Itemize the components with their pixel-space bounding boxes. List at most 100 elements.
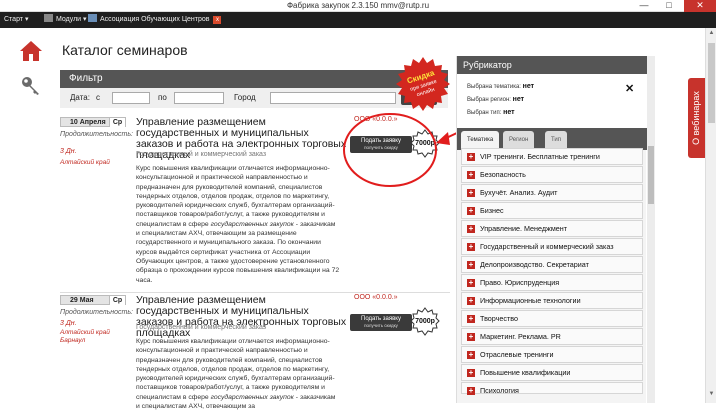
expand-plus-icon[interactable]: +: [467, 225, 475, 233]
organizer-link[interactable]: ООО «0.0.0.»: [354, 116, 398, 123]
expand-plus-icon[interactable]: +: [467, 351, 475, 359]
rubric-label: Бухучёт. Анализ. Аудит: [480, 188, 558, 197]
modules-label: Модули: [56, 16, 82, 23]
expand-plus-icon[interactable]: +: [467, 189, 475, 197]
desc-text: Курс повышения квалификации отличается и…: [136, 165, 335, 228]
rubricator-header: Рубрикатор: [457, 56, 647, 74]
seminar-description: Курс повышения квалификации отличается и…: [136, 337, 340, 411]
rubric-item[interactable]: + Творчество: [461, 310, 643, 327]
scroll-up-icon[interactable]: ▲: [707, 30, 716, 40]
chevron-down-icon: ▾: [24, 16, 29, 23]
expand-plus-icon[interactable]: +: [467, 171, 475, 179]
expand-plus-icon[interactable]: +: [467, 279, 475, 287]
rubric-item[interactable]: + Маркетинг. Реклама. PR: [461, 328, 643, 345]
seminar-title[interactable]: Управление размещением государственных и…: [136, 295, 348, 339]
seminar-city: Алтайский край: [60, 159, 110, 166]
rubric-item[interactable]: + Безопасность: [461, 166, 643, 183]
expand-plus-icon[interactable]: +: [467, 243, 475, 251]
scrollbar-thumb[interactable]: [708, 43, 715, 123]
main-scrollbar[interactable]: ▲ ▼: [705, 28, 716, 403]
organizer-link[interactable]: ООО «0.0.0.»: [354, 294, 398, 301]
desc-text: - заказчикам и специалистам АХЧ, отвечаю…: [136, 220, 340, 284]
webinar-label: О вебинарах: [691, 91, 701, 145]
rubric-item[interactable]: + Информационные технологии: [461, 292, 643, 309]
duration-label: Продолжительность:: [60, 131, 133, 138]
rubric-label: Бизнес: [480, 206, 504, 215]
seminar-city-name: Барнаул: [60, 337, 86, 344]
apply-block: Подать заявку получить скидку 7000р: [350, 129, 450, 158]
desc-link[interactable]: государственных закупок: [211, 221, 294, 228]
minimize-button[interactable]: —: [634, 0, 654, 12]
clear-filter-icon[interactable]: ✕: [625, 82, 634, 95]
city-label: Город: [234, 93, 256, 102]
rubric-item[interactable]: + Делопроизводство. Секретариат: [461, 256, 643, 273]
key-icon[interactable]: [21, 76, 41, 96]
expand-plus-icon[interactable]: +: [467, 153, 475, 161]
expand-plus-icon[interactable]: +: [467, 369, 475, 377]
rubric-item[interactable]: + Государственный и коммерческий заказ: [461, 238, 643, 255]
rubric-label: Безопасность: [480, 170, 526, 179]
seminar-category: Государственный и коммерческий заказ: [136, 151, 267, 158]
scrollbar-thumb[interactable]: [648, 146, 654, 204]
webinar-side-tab[interactable]: О вебинарах: [688, 78, 705, 158]
rubric-label: Творчество: [480, 314, 519, 323]
selected-filters: Выбрана тематика: нет Выбран регион: нет…: [457, 74, 647, 128]
rubric-item[interactable]: + Право. Юриспруденция: [461, 274, 643, 291]
tab-close-icon[interactable]: x: [213, 16, 222, 24]
duration-value: 3 Дн.: [60, 148, 77, 155]
filter-panel: Фильтр Дата: с по Город Найти: [60, 70, 448, 108]
price-badge: 7000р: [410, 307, 440, 337]
date-from-input[interactable]: [112, 92, 150, 104]
selected-type: Выбран тип: нет: [467, 109, 515, 116]
rubric-label: Делопроизводство. Секретариат: [480, 260, 589, 269]
expand-plus-icon[interactable]: +: [467, 261, 475, 269]
start-menu[interactable]: Старт ▾: [4, 12, 29, 28]
desc-link[interactable]: государственных закупок: [211, 394, 294, 401]
seminar-weekday: Ср: [109, 296, 125, 305]
date-to-input[interactable]: [174, 92, 224, 104]
rubricator-scrollbar[interactable]: [647, 56, 655, 403]
theme-label: Выбрана тематика:: [467, 84, 521, 90]
city-input[interactable]: [270, 92, 396, 104]
seminar-date: 29 Мая: [70, 297, 94, 304]
modules-menu[interactable]: Модули ▾: [44, 12, 87, 28]
rubric-item[interactable]: + Отраслевые тренинги: [461, 346, 643, 363]
price-value: 7000р: [415, 318, 435, 325]
expand-plus-icon[interactable]: +: [467, 333, 475, 341]
start-label: Старт: [4, 16, 24, 23]
expand-plus-icon[interactable]: +: [467, 315, 475, 323]
apply-button[interactable]: Подать заявку получить скидку: [350, 314, 412, 331]
home-icon[interactable]: [19, 40, 43, 62]
rubric-label: Информационные технологии: [480, 296, 581, 305]
expand-plus-icon[interactable]: +: [467, 387, 475, 395]
price-value: 7000р: [415, 140, 435, 147]
apply-sublabel: получить скидку: [364, 145, 398, 150]
seminar-city: Алтайский край: [60, 329, 110, 336]
taskbar-tab-association[interactable]: Ассоциация Обучающих Центров x: [88, 12, 222, 28]
rubric-item[interactable]: + Бизнес: [461, 202, 643, 219]
seminar-description: Курс повышения квалификации отличается и…: [136, 164, 340, 285]
rubric-label: Право. Юриспруденция: [480, 278, 560, 287]
expand-plus-icon[interactable]: +: [467, 297, 475, 305]
date-label: Дата:: [70, 93, 90, 102]
taskbar: Старт ▾ Модули ▾ Ассоциация Обучающих Це…: [0, 12, 716, 28]
price-badge: 7000р: [410, 129, 440, 159]
desc-text: Курс повышения квалификации отличается и…: [136, 338, 335, 401]
rubric-item[interactable]: + Психология: [461, 382, 643, 395]
rubric-label: Маркетинг. Реклама. PR: [480, 332, 561, 341]
maximize-button[interactable]: □: [659, 0, 679, 12]
window-title: Фабрика закупок 2.3.150 mmv@rutp.ru: [286, 1, 430, 10]
date-to-label: по: [158, 93, 167, 102]
rubric-item[interactable]: + VIP тренинги. Бесплатные тренинги: [461, 148, 643, 165]
rubric-item[interactable]: + Повышение квалификации: [461, 364, 643, 381]
expand-plus-icon[interactable]: +: [467, 207, 475, 215]
scroll-down-icon[interactable]: ▼: [707, 391, 716, 401]
apply-sublabel: получить скидку: [364, 323, 398, 328]
rubric-label: VIP тренинги. Бесплатные тренинги: [480, 152, 600, 161]
theme-value: нет: [522, 83, 535, 90]
rubric-item[interactable]: + Управление. Менеджмент: [461, 220, 643, 237]
close-button[interactable]: ✕: [684, 0, 716, 12]
seminar-date: 10 Апреля: [70, 119, 106, 126]
rubric-item[interactable]: + Бухучёт. Анализ. Аудит: [461, 184, 643, 201]
apply-button[interactable]: Подать заявку получить скидку: [350, 136, 412, 153]
